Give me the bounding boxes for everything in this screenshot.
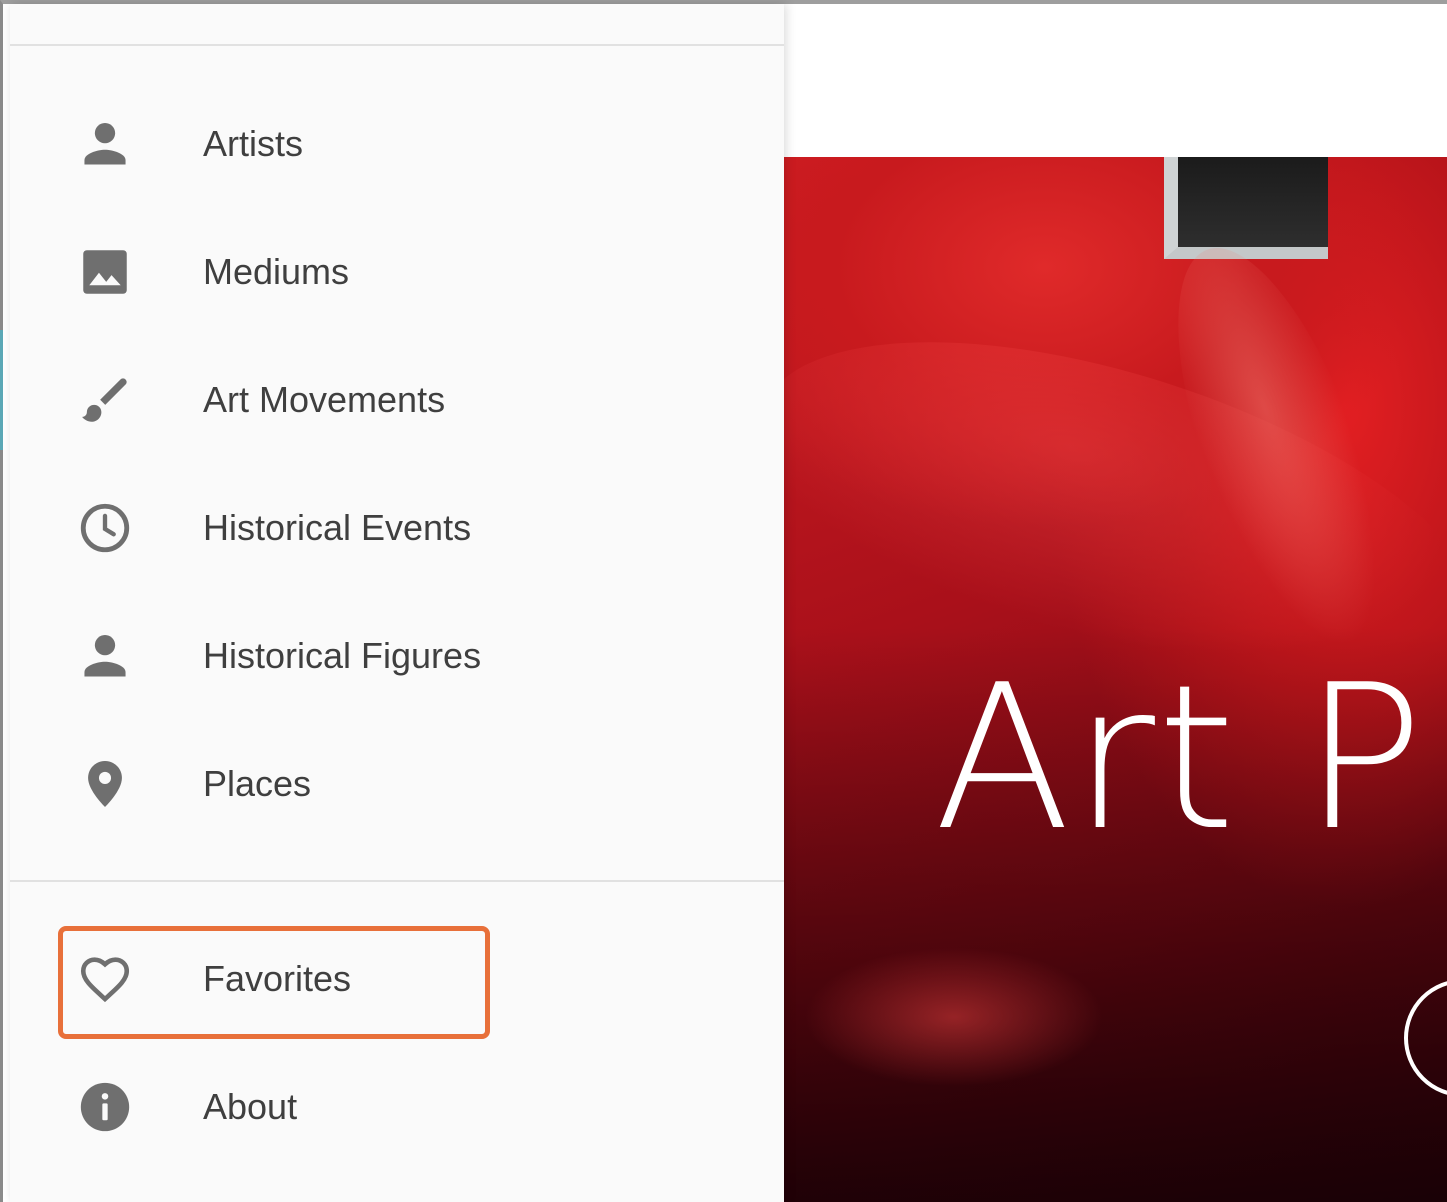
person-icon xyxy=(76,115,134,173)
hero-background-window xyxy=(1164,157,1328,259)
drawer-header-divider xyxy=(10,44,784,46)
nav-item-favorites[interactable]: Favorites xyxy=(10,924,784,1034)
hero-title: Art P xyxy=(934,642,1426,875)
nav-item-art-movements[interactable]: Art Movements xyxy=(10,345,784,455)
person-icon xyxy=(76,627,134,685)
clock-icon xyxy=(76,499,134,557)
nav-item-label: Mediums xyxy=(203,251,350,292)
nav-item-label: About xyxy=(203,1086,298,1127)
nav-item-label: Historical Events xyxy=(203,507,472,548)
navigation-drawer: Artists Mediums Art Movements Historical… xyxy=(10,4,784,1202)
nav-item-historical-events[interactable]: Historical Events xyxy=(10,473,784,583)
nav-item-label: Artists xyxy=(203,123,304,164)
nav-item-label: Places xyxy=(203,763,312,804)
place-icon xyxy=(76,755,134,813)
drawer-section-divider xyxy=(10,880,784,882)
nav-item-label: Historical Figures xyxy=(203,635,482,676)
heart-outline-icon xyxy=(76,950,134,1008)
hero-circle-button[interactable] xyxy=(1404,979,1447,1097)
main-content: Art P xyxy=(784,4,1447,1202)
hero-sculpture-fold xyxy=(804,947,1104,1087)
nav-item-label: Art Movements xyxy=(203,379,446,420)
background-edge xyxy=(0,330,3,450)
nav-item-historical-figures[interactable]: Historical Figures xyxy=(10,601,784,711)
nav-item-places[interactable]: Places xyxy=(10,729,784,839)
nav-item-artists[interactable]: Artists xyxy=(10,89,784,199)
brush-icon xyxy=(76,371,134,429)
hero-banner[interactable]: Art P xyxy=(784,157,1447,1202)
image-icon xyxy=(76,243,134,301)
nav-item-mediums[interactable]: Mediums xyxy=(10,217,784,327)
nav-item-about[interactable]: About xyxy=(10,1052,784,1162)
nav-item-label: Favorites xyxy=(203,958,352,999)
info-icon xyxy=(76,1078,134,1136)
